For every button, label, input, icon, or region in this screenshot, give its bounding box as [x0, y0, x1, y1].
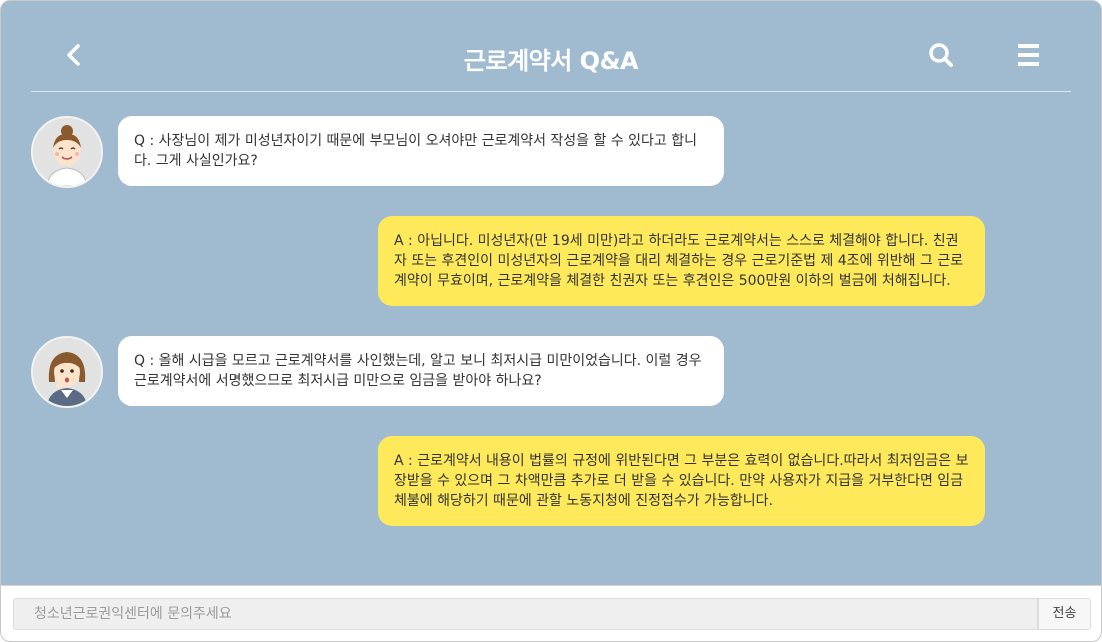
- female-avatar-smiling-icon: [33, 118, 101, 186]
- send-button[interactable]: 전송: [1038, 598, 1091, 630]
- answer-bubble: A : 아닙니다. 미성년자(만 19세 미만)라고 하더라도 근로계약서는 스…: [378, 216, 985, 306]
- avatar: [31, 116, 103, 188]
- search-button[interactable]: [921, 37, 961, 77]
- question-bubble: Q : 올해 시급을 모르고 근로계약서를 사인했는데, 알고 보니 최저시급 …: [118, 336, 724, 406]
- hamburger-menu-icon: [1018, 44, 1039, 66]
- chat-window: 근로계약서 Q&A Q: 사장님이 제가 미성년자이기 때문에 부모님이 오셔…: [0, 0, 1102, 642]
- header-divider: [31, 91, 1071, 92]
- menu-button[interactable]: [1008, 37, 1048, 77]
- message-input[interactable]: [13, 598, 1038, 630]
- avatar: [31, 336, 103, 408]
- question-bubble: Q : 사장님이 제가 미성년자이기 때문에 부모님이 오셔야만 근로계약서 작…: [118, 116, 724, 186]
- search-icon: [929, 43, 953, 67]
- answer-bubble: A : 근로계약서 내용이 법률의 규정에 위반된다면 그 부분은 효력이 없습…: [378, 436, 985, 526]
- female-avatar-thinking-icon: [33, 338, 101, 406]
- header: 근로계약서 Q&A: [1, 1, 1101, 93]
- message-input-bar: 전송: [1, 585, 1101, 641]
